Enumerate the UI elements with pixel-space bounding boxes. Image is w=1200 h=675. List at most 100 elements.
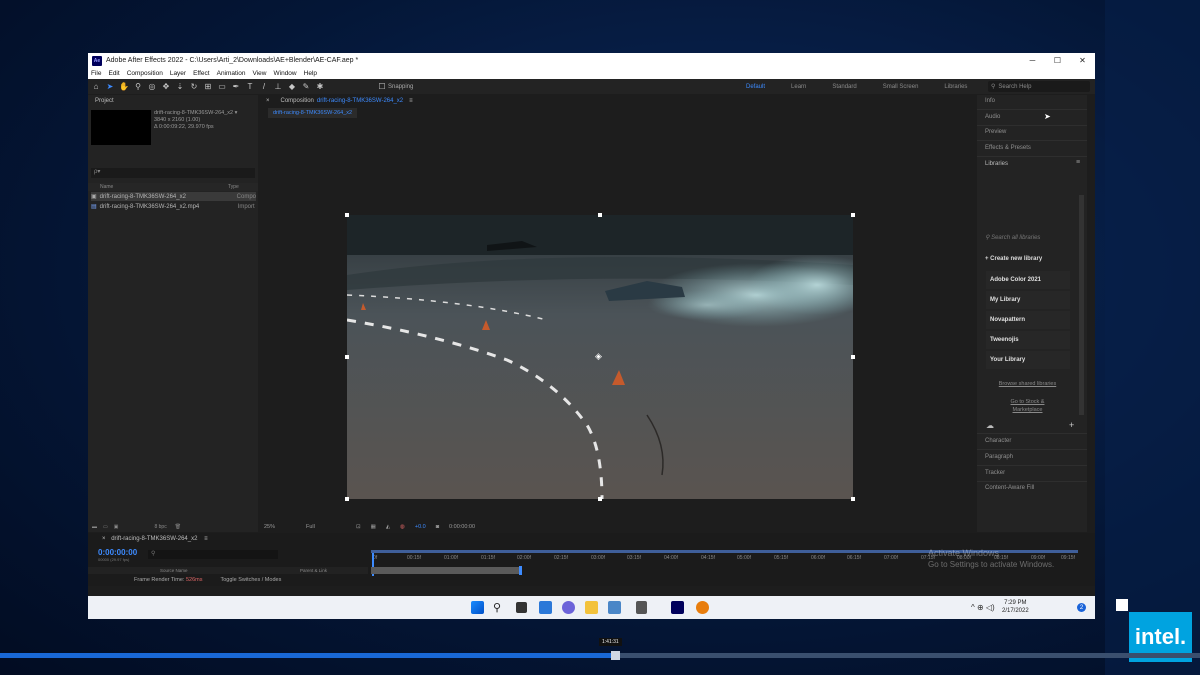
browse-shared-libraries-link[interactable]: Browse shared libraries — [995, 380, 1060, 388]
home-icon[interactable]: ⌂ — [90, 81, 102, 93]
menu-view[interactable]: View — [253, 70, 267, 77]
cloud-icon[interactable]: ☁ — [986, 421, 994, 430]
timeline-tab[interactable]: × drift-racing-8-TMK36SW-264_x2 ≡ — [102, 536, 208, 542]
orbit-tool-icon[interactable]: ◎ — [146, 81, 158, 93]
exposure-value[interactable]: +0.0 — [415, 524, 426, 530]
region-of-interest-icon[interactable]: ⊡ — [356, 524, 361, 530]
zoom-tool-icon[interactable]: ⚲ — [132, 81, 144, 93]
panel-paragraph[interactable]: Paragraph — [985, 454, 1013, 460]
trash-icon[interactable]: 🗑 — [175, 524, 181, 530]
close-tab-icon[interactable]: × — [102, 536, 106, 542]
project-search-input[interactable]: ρ▾ — [91, 168, 255, 178]
menu-animation[interactable]: Animation — [217, 70, 246, 77]
maximize-button[interactable]: ☐ — [1045, 53, 1070, 68]
timecode-display[interactable]: 0:00:00:00 — [449, 524, 475, 530]
handle-top-right[interactable] — [851, 213, 855, 217]
chat-icon[interactable] — [562, 601, 575, 614]
column-name[interactable]: Name — [100, 184, 113, 190]
menu-edit[interactable]: Edit — [108, 70, 119, 77]
puppet-tool-icon[interactable]: ✱ — [314, 81, 326, 93]
search-help-input[interactable]: ⚲ Search Help — [988, 81, 1090, 92]
panel-tracker[interactable]: Tracker — [985, 470, 1005, 476]
project-row-composition[interactable]: ▣ drift-racing-8-TMK36SW-264_x2 Compo — [91, 192, 256, 201]
hand-tool-icon[interactable]: ✋ — [118, 81, 130, 93]
close-tab-icon[interactable]: × — [266, 98, 270, 104]
library-item[interactable]: Tweenojis — [986, 331, 1070, 349]
anchor-point-icon[interactable]: ◈ — [595, 351, 602, 362]
column-type[interactable]: Type — [228, 184, 239, 190]
library-item[interactable]: Novapattern — [986, 311, 1070, 329]
library-item[interactable]: My Library — [986, 291, 1070, 309]
rotate-tool-icon[interactable]: ↻ — [188, 81, 200, 93]
library-item[interactable]: Your Library — [986, 351, 1070, 369]
panel-menu-icon[interactable]: ≡ — [409, 98, 413, 104]
panel-menu-icon[interactable]: ≡ — [204, 536, 208, 542]
after-effects-taskbar-icon[interactable] — [671, 601, 684, 614]
create-library-button[interactable]: + Create new library — [985, 256, 1042, 262]
handle-bottom-right[interactable] — [851, 497, 855, 501]
library-search-input[interactable]: ⚲ Search all libraries — [985, 234, 1080, 244]
timeline-search-input[interactable]: ⚲ — [148, 550, 278, 559]
interpret-footage-icon[interactable]: ▬ — [92, 524, 97, 530]
handle-mid-left[interactable] — [345, 355, 349, 359]
layer-bar[interactable] — [371, 567, 521, 574]
snapshot-icon[interactable]: ◙ — [436, 524, 439, 530]
menu-file[interactable]: File — [91, 70, 101, 77]
selection-tool-icon[interactable]: ➤ — [104, 81, 116, 93]
menu-layer[interactable]: Layer — [170, 70, 186, 77]
clock[interactable]: 7:29 PM 2/17/2022 — [1002, 599, 1029, 615]
composition-viewer[interactable]: ◈ — [347, 215, 853, 499]
workspace-small-screen[interactable]: Small Screen — [883, 84, 919, 90]
type-tool-icon[interactable]: T — [244, 81, 256, 93]
panel-libraries[interactable]: Libraries — [985, 161, 1008, 167]
photos-icon[interactable] — [608, 601, 621, 614]
library-item[interactable]: Adobe Color 2021 — [986, 271, 1070, 289]
panel-character[interactable]: Character — [985, 438, 1011, 444]
panel-content-aware-fill[interactable]: Content-Aware Fill — [985, 485, 1034, 491]
composition-breadcrumb[interactable]: drift-racing-8-TMK36SW-264_x2 — [268, 108, 358, 118]
blender-icon[interactable] — [696, 601, 709, 614]
files-icon[interactable] — [636, 601, 647, 614]
transparency-grid-icon[interactable]: ▦ — [371, 524, 376, 530]
workspace-libraries[interactable]: Libraries — [944, 84, 967, 90]
layer-bar-end[interactable] — [519, 566, 522, 575]
menu-window[interactable]: Window — [274, 70, 297, 77]
color-icon[interactable]: ◍ — [400, 524, 405, 530]
handle-top-left[interactable] — [345, 213, 349, 217]
rectangle-tool-icon[interactable]: ▭ — [216, 81, 228, 93]
roto-brush-icon[interactable]: ✎ — [300, 81, 312, 93]
dolly-tool-icon[interactable]: ⇣ — [174, 81, 186, 93]
new-folder-icon[interactable]: ▭ — [103, 524, 108, 530]
search-icon[interactable]: ⚲ — [493, 601, 506, 614]
file-explorer-icon[interactable] — [585, 601, 598, 614]
handle-top-center[interactable] — [598, 213, 602, 217]
new-composition-icon[interactable]: ▣ — [114, 524, 119, 530]
add-icon[interactable]: + — [1069, 420, 1074, 430]
menu-help[interactable]: Help — [304, 70, 317, 77]
handle-mid-right[interactable] — [851, 355, 855, 359]
task-view-icon[interactable] — [516, 602, 527, 613]
handle-bottom-left[interactable] — [345, 497, 349, 501]
handle-bottom-center[interactable] — [598, 497, 602, 501]
stock-marketplace-link[interactable]: Go to Stock & Marketplace — [995, 398, 1060, 414]
clone-stamp-icon[interactable]: ⊥ — [272, 81, 284, 93]
menu-effect[interactable]: Effect — [193, 70, 210, 77]
close-button[interactable]: ✕ — [1070, 53, 1095, 68]
notification-badge[interactable]: 2 — [1077, 603, 1086, 612]
anchor-tool-icon[interactable]: ⊞ — [202, 81, 214, 93]
system-tray-icons[interactable]: ^ ⊕ ◁) — [971, 603, 995, 612]
bpc-label[interactable]: 8 bpc — [154, 524, 166, 530]
panel-info[interactable]: Info — [985, 98, 995, 104]
panel-audio[interactable]: Audio — [985, 114, 1000, 120]
pen-tool-icon[interactable]: ✒ — [230, 81, 242, 93]
brush-tool-icon[interactable]: / — [258, 81, 270, 93]
column-source-name[interactable]: Source Name — [160, 568, 188, 573]
panel-effects-presets[interactable]: Effects & Presets — [985, 145, 1031, 151]
column-parent-link[interactable]: Parent & Link — [300, 568, 327, 573]
snapping-checkbox[interactable]: ☐ — [376, 81, 388, 93]
resolution-select[interactable]: Full — [306, 524, 346, 530]
minimize-button[interactable]: ─ — [1020, 53, 1045, 68]
video-progress-handle[interactable] — [611, 651, 620, 660]
libraries-scrollbar[interactable] — [1079, 195, 1084, 415]
libraries-menu-icon[interactable]: ≡ — [1076, 159, 1080, 166]
